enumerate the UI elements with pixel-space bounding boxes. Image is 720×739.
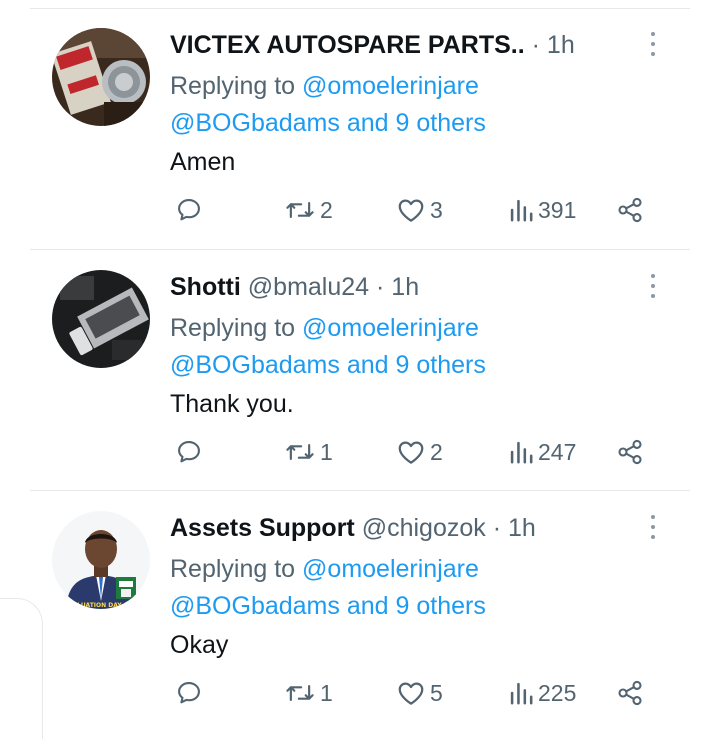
tweet-text: Okay xyxy=(170,631,229,659)
share-button[interactable] xyxy=(616,190,644,230)
mention-others-link[interactable]: @BOGbadams and 9 others xyxy=(170,351,486,379)
mention-others-link[interactable]: @BOGbadams and 9 others xyxy=(170,109,486,137)
retweet-button[interactable]: 1 xyxy=(284,673,333,713)
user-handle[interactable]: @bmalu24 xyxy=(248,273,369,301)
views-button[interactable]: 391 xyxy=(508,190,576,230)
tweet-header: Assets Support @chigozok · 1h xyxy=(170,513,536,543)
like-button[interactable]: 3 xyxy=(396,190,443,230)
avatar[interactable]: VALUATION DAY xyxy=(52,511,150,609)
heart-icon xyxy=(398,441,424,464)
replying-prefix: Replying to xyxy=(170,72,303,100)
like-button[interactable]: 5 xyxy=(396,673,443,713)
tweet-card[interactable]: VICTEX AUTOSPARE PARTS.. · 1h Replying t… xyxy=(0,8,720,248)
more-options-icon[interactable] xyxy=(646,32,660,56)
tweet-text: Amen xyxy=(170,148,236,176)
retweet-count: 1 xyxy=(320,438,333,465)
like-count: 3 xyxy=(430,196,443,223)
like-button[interactable]: 2 xyxy=(396,432,443,472)
like-count: 5 xyxy=(430,679,443,706)
avatar-image-laptop xyxy=(52,270,150,368)
replying-prefix: Replying to xyxy=(170,314,303,342)
timestamp[interactable]: 1h xyxy=(508,514,536,542)
mention-link[interactable]: @omoelerinjare xyxy=(302,72,479,100)
analytics-icon xyxy=(510,682,533,705)
like-count: 2 xyxy=(430,438,443,465)
tweet-header: Shotti @bmalu24 · 1h xyxy=(170,272,419,302)
display-name[interactable]: Shotti xyxy=(170,273,241,301)
retweet-count: 1 xyxy=(320,679,333,706)
comment-icon xyxy=(178,199,200,221)
retweet-icon xyxy=(286,202,314,218)
mention-link[interactable]: @omoelerinjare xyxy=(302,314,479,342)
retweet-count: 2 xyxy=(320,196,333,223)
reply-button[interactable] xyxy=(175,673,203,713)
tweet-text: Thank you. xyxy=(170,390,294,418)
replying-to-line: Replying to @omoelerinjare @BOGbadams an… xyxy=(170,310,486,384)
mention-link[interactable]: @omoelerinjare xyxy=(302,555,479,583)
share-button[interactable] xyxy=(616,673,644,713)
view-count: 225 xyxy=(538,679,577,706)
views-button[interactable]: 225 xyxy=(508,673,576,713)
tweet-card[interactable]: Shotti @bmalu24 · 1h Replying to @omoele… xyxy=(0,250,720,490)
retweet-icon xyxy=(286,685,314,701)
timestamp[interactable]: 1h xyxy=(391,273,419,301)
more-options-icon[interactable] xyxy=(646,515,660,539)
comment-icon xyxy=(178,682,200,704)
separator-dot: · xyxy=(492,514,502,542)
heart-icon xyxy=(398,199,424,222)
retweet-button[interactable]: 2 xyxy=(284,190,333,230)
avatar-image-person: VALUATION DAY xyxy=(52,511,150,609)
reply-button[interactable] xyxy=(175,432,203,472)
share-icon xyxy=(618,439,642,465)
analytics-icon xyxy=(510,441,533,464)
separator-dot: · xyxy=(376,273,385,301)
analytics-icon xyxy=(510,199,533,222)
tweet-header: VICTEX AUTOSPARE PARTS.. · 1h xyxy=(170,30,575,60)
share-button[interactable] xyxy=(616,432,644,472)
timestamp[interactable]: 1h xyxy=(547,31,575,59)
reply-button[interactable] xyxy=(175,190,203,230)
replying-to-line: Replying to @omoelerinjare @BOGbadams an… xyxy=(170,551,486,625)
tweet-card[interactable]: VALUATION DAY Assets Support @chigozok ·… xyxy=(0,491,720,731)
action-bar: 1 2 247 xyxy=(0,432,720,472)
retweet-icon xyxy=(286,444,314,460)
share-icon xyxy=(618,680,642,706)
share-icon xyxy=(618,197,642,223)
avatar[interactable] xyxy=(52,28,150,126)
display-name[interactable]: VICTEX AUTOSPARE PARTS.. xyxy=(170,31,525,59)
view-count: 247 xyxy=(538,438,577,465)
comment-icon xyxy=(178,441,200,463)
thread-edge xyxy=(0,598,43,739)
avatar[interactable] xyxy=(52,270,150,368)
view-count: 391 xyxy=(538,196,577,223)
avatar-image-autoparts xyxy=(52,28,150,126)
more-options-icon[interactable] xyxy=(646,274,660,298)
separator-dot: · xyxy=(531,31,540,59)
heart-icon xyxy=(398,682,424,705)
action-bar: 2 3 391 xyxy=(0,190,720,230)
retweet-button[interactable]: 1 xyxy=(284,432,333,472)
user-handle[interactable]: @chigozok xyxy=(362,514,486,542)
views-button[interactable]: 247 xyxy=(508,432,576,472)
mention-others-link[interactable]: @BOGbadams and 9 others xyxy=(170,592,486,620)
replying-prefix: Replying to xyxy=(170,555,303,583)
action-bar: 1 5 225 xyxy=(0,673,720,713)
avatar-caption: VALUATION DAY xyxy=(68,602,122,609)
replying-to-line: Replying to @omoelerinjare @BOGbadams an… xyxy=(170,68,486,142)
display-name[interactable]: Assets Support xyxy=(170,514,355,542)
